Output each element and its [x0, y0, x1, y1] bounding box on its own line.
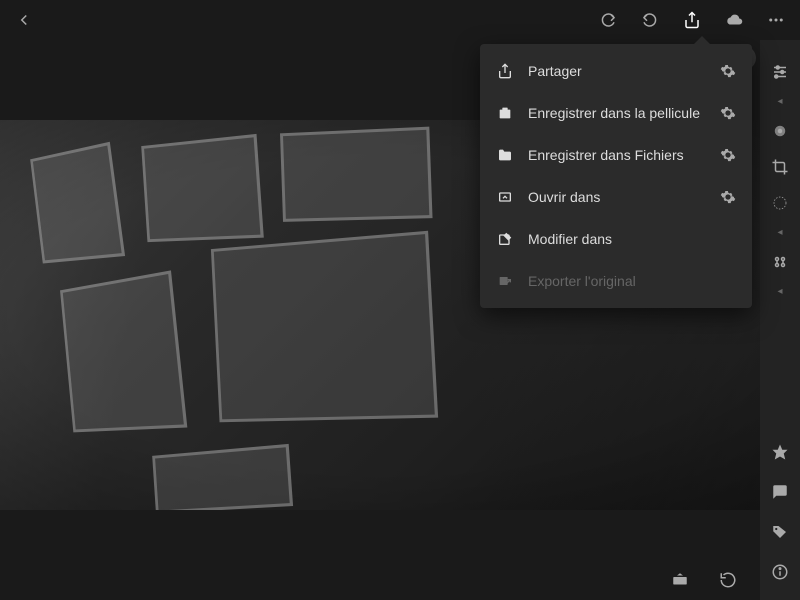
menu-item-label: Modifier dans: [528, 231, 736, 247]
tag-icon[interactable]: [768, 520, 792, 544]
top-bar-left: [12, 8, 36, 32]
menu-item-label: Ouvrir dans: [528, 189, 706, 205]
redo-button[interactable]: [596, 8, 620, 32]
menu-item-open-in[interactable]: Ouvrir dans: [480, 176, 752, 218]
crop-icon[interactable]: [768, 155, 792, 179]
menu-item-save-to-roll[interactable]: Enregistrer dans la pellicule: [480, 92, 752, 134]
export-icon: [496, 272, 514, 290]
edit-in-icon: [496, 230, 514, 248]
gear-icon[interactable]: [720, 189, 736, 205]
info-icon[interactable]: [768, 560, 792, 584]
collapse-chevron-icon[interactable]: ◂: [777, 227, 782, 238]
menu-item-label: Partager: [528, 63, 706, 79]
collapse-chevron-icon[interactable]: ◂: [777, 286, 782, 297]
presets-icon[interactable]: [768, 250, 792, 274]
radial-gradient-icon[interactable]: [768, 191, 792, 215]
adjust-sliders-icon[interactable]: [768, 60, 792, 84]
menu-item-label: Enregistrer dans Fichiers: [528, 147, 706, 163]
cloud-sync-icon[interactable]: [722, 8, 746, 32]
menu-item-label: Exporter l'original: [528, 273, 736, 289]
camera-roll-icon: [496, 104, 514, 122]
gear-icon[interactable]: [720, 105, 736, 121]
top-bar: [0, 0, 800, 40]
top-bar-right: [596, 8, 788, 32]
bottom-bar: [0, 560, 760, 600]
menu-item-share[interactable]: Partager: [480, 50, 752, 92]
more-options-button[interactable]: [764, 8, 788, 32]
back-button[interactable]: [12, 8, 36, 32]
share-button[interactable]: [680, 8, 704, 32]
undo-button[interactable]: [638, 8, 662, 32]
gear-icon[interactable]: [720, 147, 736, 163]
share-dropdown-menu: Partager Enregistrer dans la pellicule E…: [480, 44, 752, 308]
menu-item-save-to-files[interactable]: Enregistrer dans Fichiers: [480, 134, 752, 176]
comment-icon[interactable]: [768, 480, 792, 504]
healing-brush-icon[interactable]: [768, 119, 792, 143]
right-sidebar: ◂ ◂ ◂: [760, 40, 800, 600]
gear-icon[interactable]: [720, 63, 736, 79]
menu-item-export-original: Exporter l'original: [480, 260, 752, 302]
menu-item-edit-in[interactable]: Modifier dans: [480, 218, 752, 260]
star-rating-icon[interactable]: [768, 440, 792, 464]
filmstrip-toggle-icon[interactable]: [668, 568, 692, 592]
share-icon: [496, 62, 514, 80]
reset-icon[interactable]: [716, 568, 740, 592]
open-in-icon: [496, 188, 514, 206]
menu-item-label: Enregistrer dans la pellicule: [528, 105, 706, 121]
collapse-chevron-icon[interactable]: ◂: [777, 96, 782, 107]
folder-icon: [496, 146, 514, 164]
